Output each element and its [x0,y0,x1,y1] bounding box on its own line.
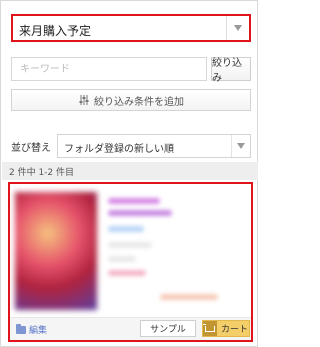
search-button-label: 絞り込み [212,58,242,84]
item-meta-blur [108,256,136,262]
folder-select[interactable]: 来月購入予定 [11,14,251,42]
add-filter-label: 絞り込み条件を追加 [94,96,184,108]
keyword-input[interactable] [11,57,207,81]
folder-icon [16,323,26,334]
edit-label: 編集 [29,326,48,336]
folder-select-value: 来月購入予定 [19,24,92,38]
tuning-icon [79,95,89,105]
result-count-text: 2 件中 1-2 件目 [9,167,75,178]
item-title-blur [108,198,160,204]
item-price-blur [108,270,146,276]
item-action-bar: 編集 サンプル カート [10,317,251,340]
add-filter-button[interactable]: 絞り込み条件を追加 [11,89,251,111]
cart-label: カート [221,325,249,335]
cart-icon [203,321,217,336]
sort-label: 並び替え [11,143,51,154]
chevron-down-icon [231,135,250,157]
sort-select[interactable]: フォルダ登録の新しい順 [57,134,251,158]
sort-row: 並び替え フォルダ登録の新しい順 [11,134,251,158]
sample-button[interactable]: サンプル [140,320,196,337]
item-tag-blur [160,294,218,300]
sort-select-value: フォルダ登録の新しい順 [64,144,174,155]
sample-label: サンプル [150,325,186,335]
edit-link[interactable]: 編集 [16,323,47,336]
search-row: 絞り込み [11,57,251,84]
search-button[interactable]: 絞り込み [211,57,251,84]
panel-frame: 来月購入予定 絞り込み 絞り込み条件を追加 並び替え フォルダ登録の新しい順 2… [0,0,258,347]
item-meta-blur [108,226,144,232]
result-count-bar: 2 件中 1-2 件目 [2,162,258,180]
cart-button[interactable]: カート [202,320,250,337]
item-meta-blur [108,242,152,248]
chevron-down-icon [226,16,249,40]
item-thumbnail[interactable] [15,192,97,310]
item-title-blur [108,210,172,216]
result-item[interactable]: 編集 サンプル カート [8,182,253,342]
